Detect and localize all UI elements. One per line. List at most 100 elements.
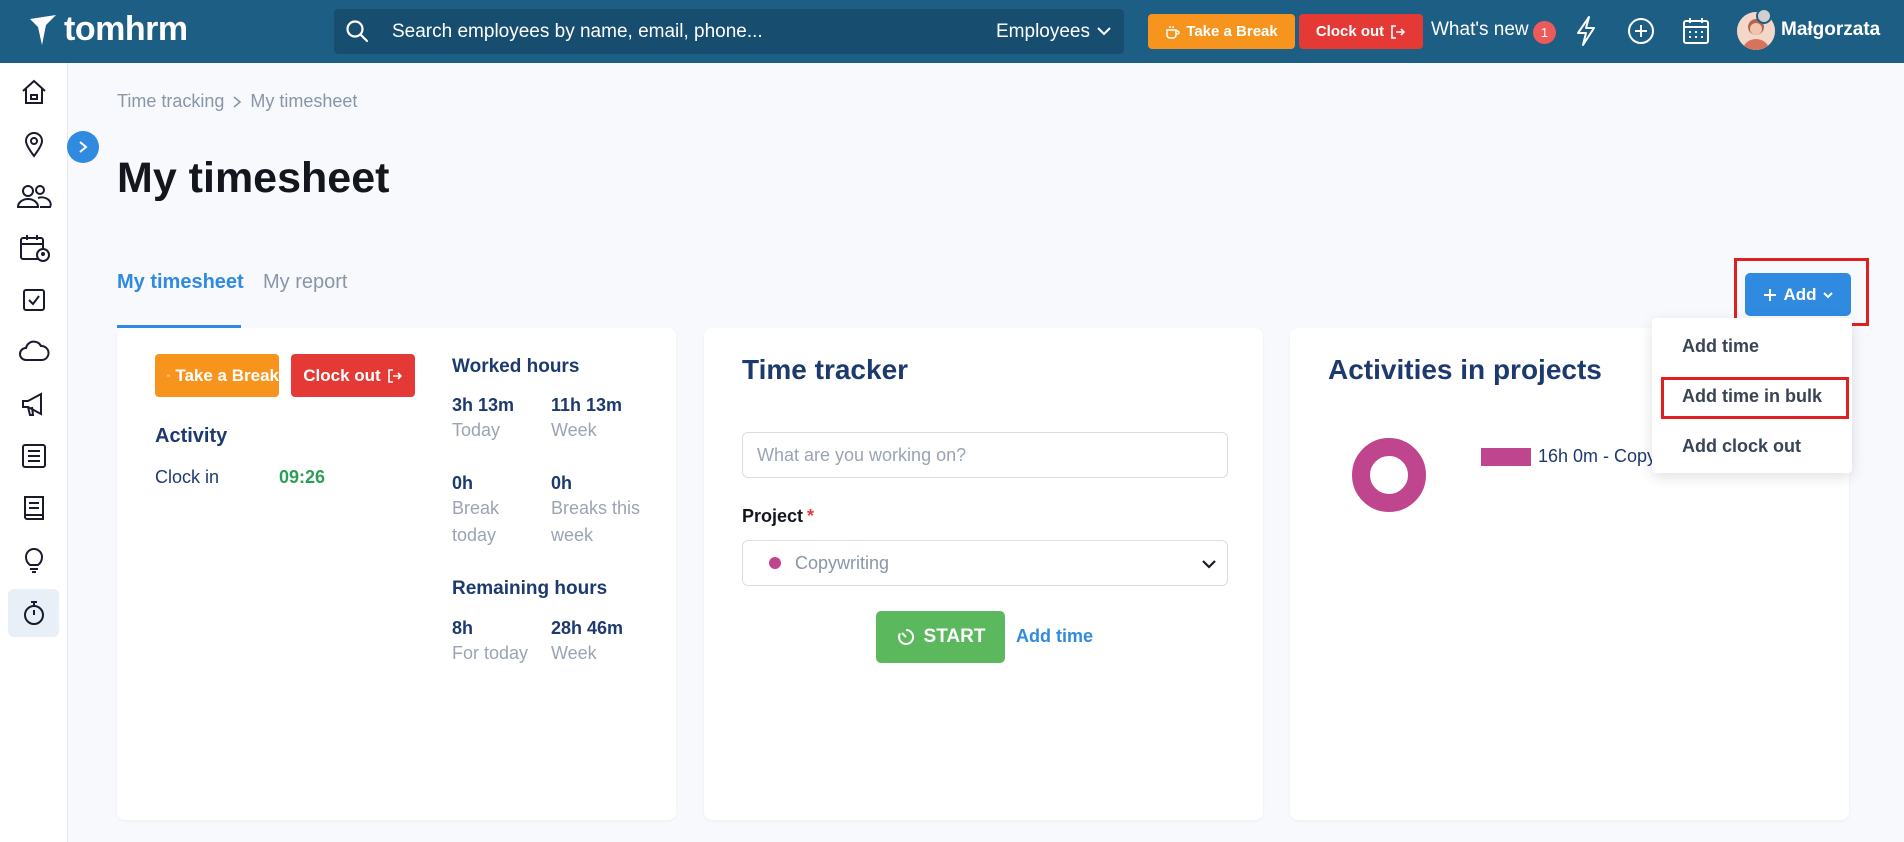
search-input[interactable]: Search employees by name, email, phone..… <box>392 21 763 43</box>
menu-item-highlight <box>1661 377 1849 419</box>
search-scope-select[interactable]: Employees <box>996 21 1090 43</box>
page-title: My timesheet <box>117 154 390 202</box>
chevron-down-icon <box>1822 291 1833 298</box>
required-mark: * <box>807 506 815 526</box>
sidebar-item-home[interactable] <box>8 68 59 116</box>
project-select-value: Copywriting <box>795 552 890 573</box>
chevron-right-icon <box>233 95 242 108</box>
sidebar-item-calendar[interactable] <box>8 224 59 272</box>
breadcrumb-parent[interactable]: Time tracking <box>117 91 224 112</box>
home-icon <box>21 79 46 104</box>
worked-week-label: Week <box>551 420 597 440</box>
logout-icon <box>387 368 402 383</box>
time-tracker-card: Time tracker What are you working on? Pr… <box>704 328 1263 820</box>
legend-label: 16h 0m - Copywriting <box>1538 446 1658 466</box>
remaining-week-value: 28h 46m <box>551 618 624 638</box>
take-break-label: Take a Break <box>175 365 279 385</box>
search-icon <box>346 20 369 43</box>
logout-icon <box>1391 24 1406 39</box>
breaks-week-value: 0h <box>551 473 573 493</box>
calendar-person-icon <box>19 235 50 262</box>
break-today-value: 0h <box>452 473 474 493</box>
remaining-today-label: For today <box>452 643 529 663</box>
coffee-icon <box>1166 25 1180 39</box>
project-label: Project * <box>742 506 814 527</box>
cloud-icon <box>18 340 49 361</box>
sidebar-item-news[interactable] <box>8 432 59 480</box>
clock-in-label: Clock in <box>155 467 220 487</box>
search-bar[interactable]: Search employees by name, email, phone..… <box>334 9 1124 54</box>
remaining-hours-heading: Remaining hours <box>452 578 608 599</box>
worked-today-value: 3h 13m <box>452 395 515 415</box>
whats-new-badge: 1 <box>1533 21 1556 44</box>
add-button-label: Add <box>1783 284 1817 304</box>
location-icon <box>24 132 43 158</box>
logo-icon <box>30 14 56 45</box>
top-bar: tomhrm Search employees by name, email, … <box>0 0 1904 63</box>
breadcrumb: Time tracking My timesheet <box>117 91 357 112</box>
clock-in-time: 09:26 <box>279 467 326 487</box>
clock-out-label: Clock out <box>303 365 381 385</box>
plus-circle-icon[interactable] <box>1625 14 1657 48</box>
status-card: Take a Break Clock out Activity Clock in… <box>117 328 676 820</box>
sidebar-item-employees[interactable] <box>8 172 59 220</box>
news-icon <box>21 444 46 468</box>
user-name[interactable]: Małgorzata <box>1781 19 1880 41</box>
chevron-right-icon <box>79 141 88 153</box>
lightbulb-icon <box>24 548 43 573</box>
sidebar-item-knowledge[interactable] <box>8 484 59 532</box>
sidebar <box>0 63 68 842</box>
stopwatch-icon <box>23 601 44 625</box>
add-time-link[interactable]: Add time <box>1016 626 1093 647</box>
tab-my-timesheet[interactable]: My timesheet <box>117 271 244 294</box>
chevron-down-icon <box>1097 27 1111 36</box>
app-name: tomhrm <box>64 10 188 48</box>
sidebar-item-announcements[interactable] <box>8 380 59 428</box>
whats-new-link[interactable]: What's new <box>1431 19 1529 41</box>
megaphone-icon <box>21 392 42 416</box>
clock-out-button[interactable]: Clock out <box>291 354 415 397</box>
start-timer-button[interactable]: START <box>876 611 1005 663</box>
sidebar-item-cloud[interactable] <box>8 328 59 376</box>
worked-today-label: Today <box>452 420 501 440</box>
activities-title: Activities in projects <box>1328 354 1602 385</box>
task-description-placeholder: What are you working on? <box>757 444 967 465</box>
sidebar-item-tasks[interactable] <box>8 276 59 324</box>
activity-heading: Activity <box>155 425 228 447</box>
lightning-icon[interactable] <box>1572 14 1600 48</box>
remaining-today-value: 8h <box>452 618 474 638</box>
plus-icon <box>1764 288 1777 301</box>
take-break-button[interactable]: Take a Break <box>155 354 279 397</box>
menu-item-add-time[interactable]: Add time <box>1682 336 1759 357</box>
sidebar-item-locations[interactable] <box>8 120 59 168</box>
book-icon <box>23 496 44 520</box>
timer-icon <box>897 628 914 645</box>
project-select[interactable]: Copywriting <box>742 540 1228 586</box>
take-break-button[interactable]: Take a Break <box>1148 14 1295 49</box>
tab-my-report[interactable]: My report <box>263 271 347 294</box>
menu-item-add-clock-out[interactable]: Add clock out <box>1682 436 1801 457</box>
worked-week-value: 11h 13m <box>551 395 623 415</box>
add-menu: Add time Add time in bulk Add clock out <box>1652 318 1852 473</box>
clock-out-button[interactable]: Clock out <box>1299 14 1423 49</box>
avatar-badge <box>1756 8 1772 24</box>
clock-out-label: Clock out <box>1315 23 1385 40</box>
coffee-icon <box>167 374 171 377</box>
task-description-input[interactable]: What are you working on? <box>742 432 1228 478</box>
remaining-week-label: Week <box>551 643 597 663</box>
break-today-label: Break today <box>452 498 500 545</box>
sidebar-item-ideas[interactable] <box>8 536 59 584</box>
add-button[interactable]: Add <box>1745 273 1851 316</box>
checklist-icon <box>22 289 45 311</box>
worked-hours-heading: Worked hours <box>452 356 580 377</box>
legend-swatch <box>1481 448 1531 466</box>
sidebar-item-time-tracking[interactable] <box>8 589 59 637</box>
breadcrumb-current: My timesheet <box>250 91 358 111</box>
sidebar-expand-button[interactable] <box>67 131 99 163</box>
start-label: START <box>923 626 986 647</box>
breaks-week-label: Breaks this week <box>551 498 641 545</box>
time-tracker-title: Time tracker <box>742 354 909 385</box>
app-logo[interactable]: tomhrm <box>28 10 188 49</box>
calendar-icon[interactable] <box>1680 14 1712 48</box>
people-icon <box>16 185 52 208</box>
